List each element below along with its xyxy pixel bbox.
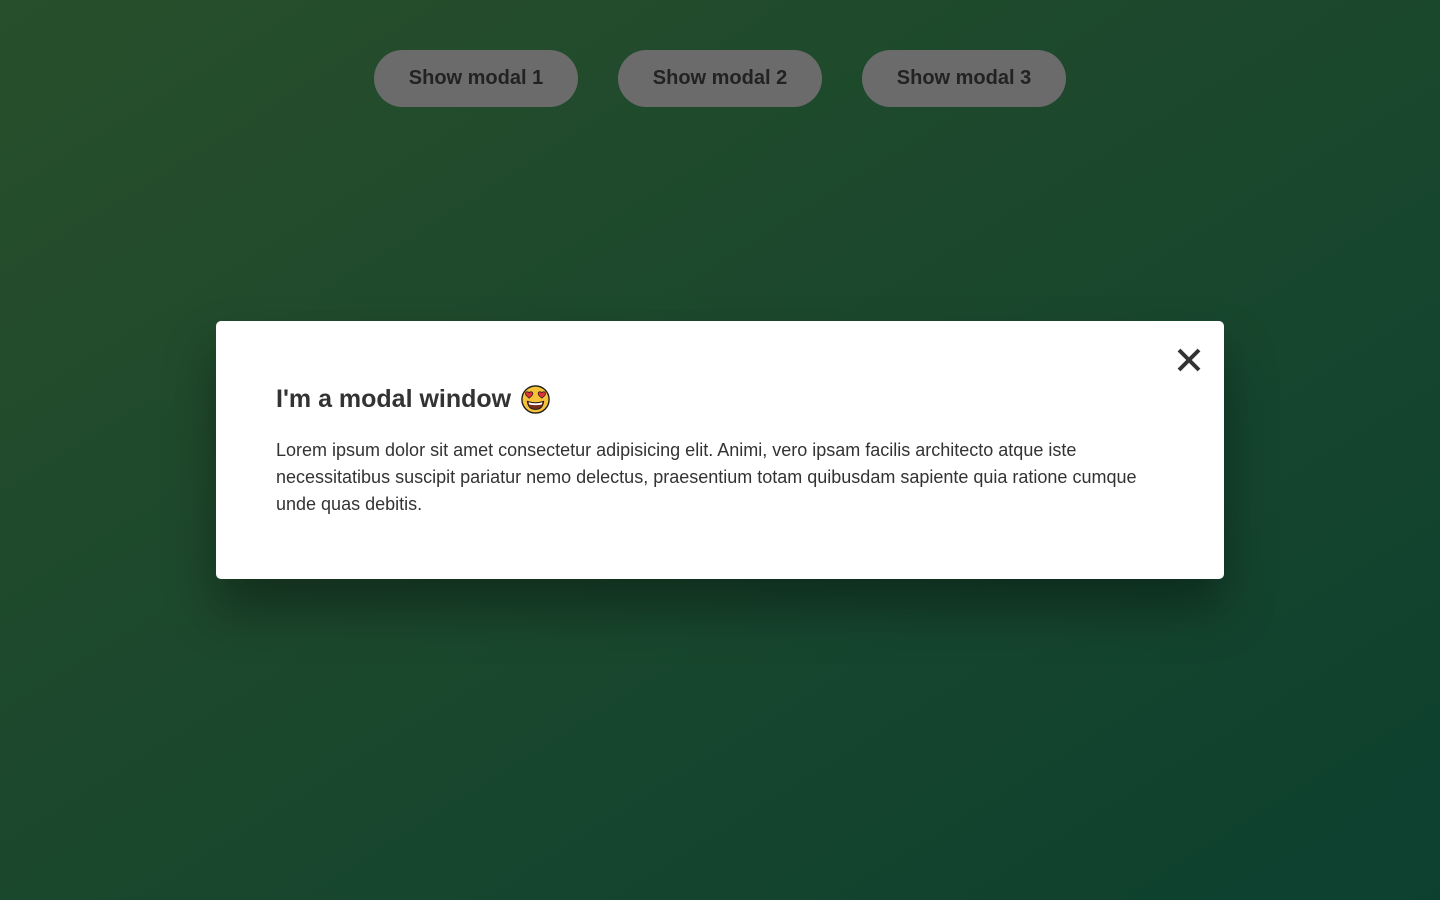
close-icon	[1177, 348, 1201, 372]
modal-title: I'm a modal window	[276, 385, 512, 413]
modal-title-row: I'm a modal window	[276, 381, 1164, 417]
modal-window: I'm a modal window Lorem ipsum dolor sit…	[216, 321, 1224, 579]
close-modal-button[interactable]	[1174, 345, 1204, 375]
show-modal-2-button[interactable]: Show modal 2	[618, 50, 822, 107]
modal-body-text: Lorem ipsum dolor sit amet consectetur a…	[276, 440, 1137, 514]
show-modal-3-button[interactable]: Show modal 3	[862, 50, 1066, 107]
heart-eyes-emoji-icon	[521, 384, 550, 414]
button-row: Show modal 1 Show modal 2 Show modal 3	[0, 50, 1440, 107]
show-modal-1-button[interactable]: Show modal 1	[374, 50, 578, 107]
